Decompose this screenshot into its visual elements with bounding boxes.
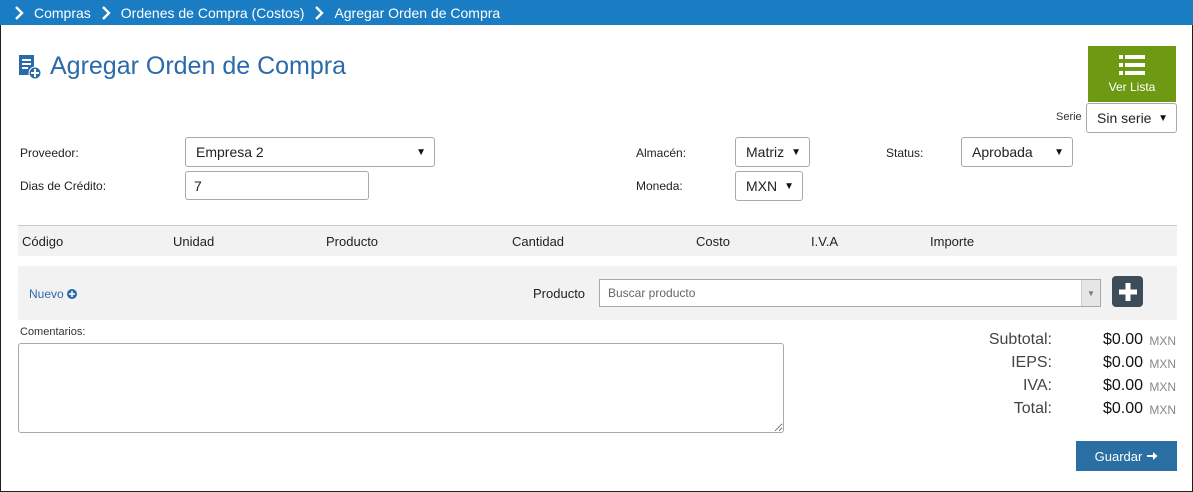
total-currency: MXN — [1149, 357, 1176, 371]
proveedor-select[interactable]: Empresa 2 ▼ — [185, 137, 435, 167]
add-product-button[interactable] — [1112, 276, 1143, 307]
breadcrumb-item-current: Agregar Orden de Compra — [314, 5, 500, 21]
serie-label: Serie — [1056, 111, 1082, 123]
comments-label: Comentarios: — [20, 326, 86, 338]
column-header-cantidad: Cantidad — [512, 234, 565, 249]
total-row-iva: IVA: $0.00 MXN — [960, 377, 1178, 400]
total-label: IVA: — [1022, 377, 1052, 394]
dropdown-arrow-icon: ▼ — [791, 147, 801, 158]
total-label: Total: — [1013, 400, 1052, 417]
dias-credito-input[interactable] — [185, 171, 369, 200]
plus-circle-icon — [66, 289, 77, 299]
ver-lista-label: Ver Lista — [1108, 80, 1156, 94]
product-search-select[interactable]: Buscar producto ▼ — [599, 279, 1101, 307]
column-header-codigo: Código — [22, 234, 64, 249]
dias-credito-label: Dias de Crédito: — [20, 179, 107, 193]
status-select[interactable]: Aprobada ▼ — [961, 137, 1073, 167]
proveedor-label: Proveedor: — [20, 146, 79, 160]
breadcrumb: Compras Ordenes de Compra (Costos) Agreg… — [0, 0, 1193, 25]
column-header-costo: Costo — [696, 234, 730, 249]
total-currency: MXN — [1149, 334, 1176, 348]
dropdown-arrow-icon: ▼ — [1054, 147, 1064, 158]
moneda-select[interactable]: MXN ▼ — [735, 171, 803, 201]
column-header-importe: Importe — [930, 234, 975, 249]
document-add-icon — [19, 54, 42, 79]
total-value: $0.00 — [1102, 331, 1143, 348]
plus-icon — [1118, 282, 1137, 301]
total-label: Subtotal: — [988, 331, 1052, 348]
product-search-placeholder: Buscar producto — [608, 286, 696, 300]
ver-lista-button[interactable]: Ver Lista — [1088, 46, 1176, 102]
column-header-iva: I.V.A — [811, 234, 838, 249]
chevron-right-icon — [101, 5, 111, 20]
chevron-right-icon — [315, 5, 325, 20]
nuevo-link[interactable]: Nuevo — [29, 287, 77, 301]
dropdown-arrow-icon: ▼ — [784, 181, 794, 192]
breadcrumb-item-ordenes[interactable]: Ordenes de Compra (Costos) — [101, 5, 305, 21]
total-value: $0.00 — [1102, 400, 1143, 417]
breadcrumb-item-compras[interactable]: Compras — [14, 5, 91, 21]
nuevo-label: Nuevo — [29, 287, 64, 301]
total-value: $0.00 — [1102, 354, 1143, 371]
breadcrumb-label[interactable]: Ordenes de Compra (Costos) — [121, 5, 305, 21]
page-title-text: Agregar Orden de Compra — [50, 52, 346, 80]
dropdown-arrow-icon: ▼ — [1158, 113, 1168, 124]
guardar-button[interactable]: Guardar — [1076, 441, 1177, 471]
breadcrumb-label[interactable]: Compras — [34, 5, 91, 21]
serie-select[interactable]: Sin serie ▼ — [1086, 103, 1177, 133]
status-label: Status: — [886, 146, 924, 160]
dropdown-arrow-icon[interactable]: ▼ — [1081, 280, 1100, 306]
total-currency: MXN — [1149, 403, 1176, 417]
comments-textarea[interactable] — [18, 343, 784, 433]
producto-label: Producto — [533, 286, 586, 301]
total-row-subtotal: Subtotal: $0.00 MXN — [960, 331, 1178, 354]
breadcrumb-label: Agregar Orden de Compra — [334, 4, 501, 21]
total-row-total: Total: $0.00 MXN — [960, 400, 1178, 423]
page-title: Agregar Orden de Compra — [18, 52, 346, 81]
table-header: Código Unidad Producto Cantidad Costo I.… — [18, 225, 1177, 256]
almacen-select[interactable]: Matriz ▼ — [735, 137, 810, 167]
total-label: IEPS: — [1011, 354, 1052, 371]
almacen-label: Almacén: — [636, 146, 687, 160]
moneda-value: MXN — [746, 178, 778, 194]
almacen-value: Matriz — [746, 144, 785, 160]
moneda-label: Moneda: — [636, 179, 683, 193]
dropdown-arrow-icon: ▼ — [416, 147, 426, 158]
status-value: Aprobada — [972, 144, 1033, 160]
proveedor-value: Empresa 2 — [196, 144, 264, 160]
total-row-ieps: IEPS: $0.00 MXN — [960, 354, 1178, 377]
add-product-row: Nuevo Producto Buscar producto ▼ — [18, 266, 1177, 320]
arrow-right-icon — [1147, 452, 1158, 460]
chevron-right-icon — [15, 5, 24, 20]
total-value: $0.00 — [1102, 377, 1143, 394]
totals-panel: Subtotal: $0.00 MXN IEPS: $0.00 MXN IVA:… — [960, 331, 1178, 423]
guardar-label: Guardar — [1094, 448, 1143, 464]
total-currency: MXN — [1149, 380, 1176, 394]
column-header-unidad: Unidad — [173, 234, 215, 249]
list-icon — [1119, 55, 1145, 75]
column-header-producto: Producto — [326, 234, 379, 249]
serie-value: Sin serie — [1097, 110, 1152, 126]
